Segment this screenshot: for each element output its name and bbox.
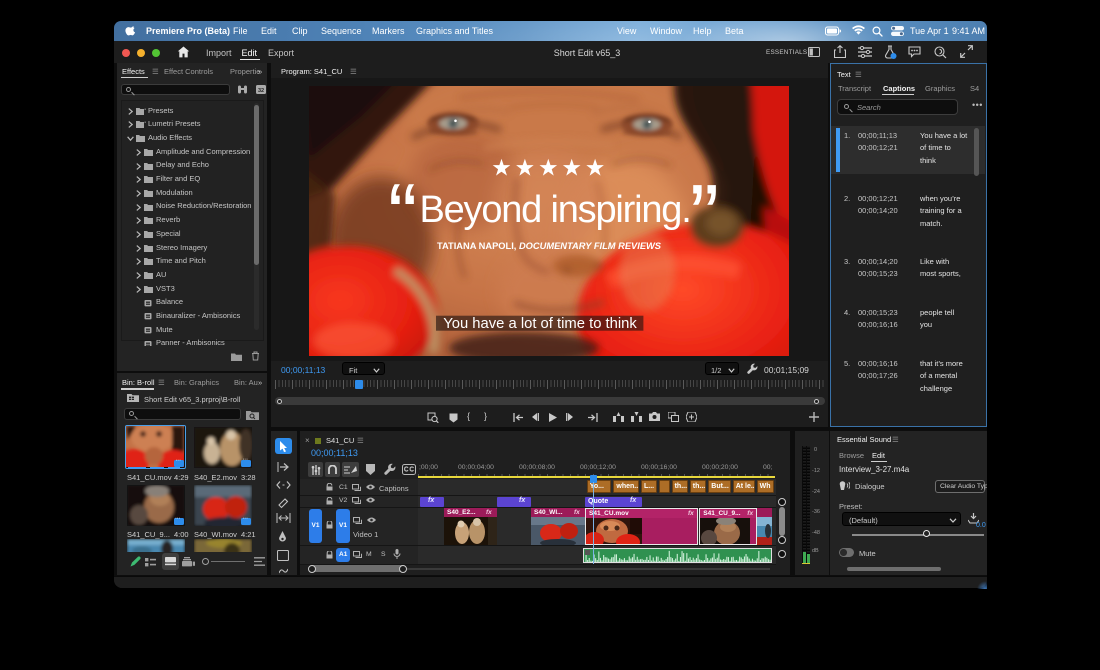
svg-text:”: ”: [690, 166, 717, 265]
svg-text:Beyond inspiring.: Beyond inspiring.: [419, 189, 690, 231]
svg-text:TATIANA NAPOLI, DOCUMENTARY FI: TATIANA NAPOLI, DOCUMENTARY FILM REVIEWS: [437, 241, 662, 251]
svg-text:You have a lot of time to thin: You have a lot of time to think: [443, 316, 637, 332]
svg-text:“: “: [388, 165, 415, 264]
